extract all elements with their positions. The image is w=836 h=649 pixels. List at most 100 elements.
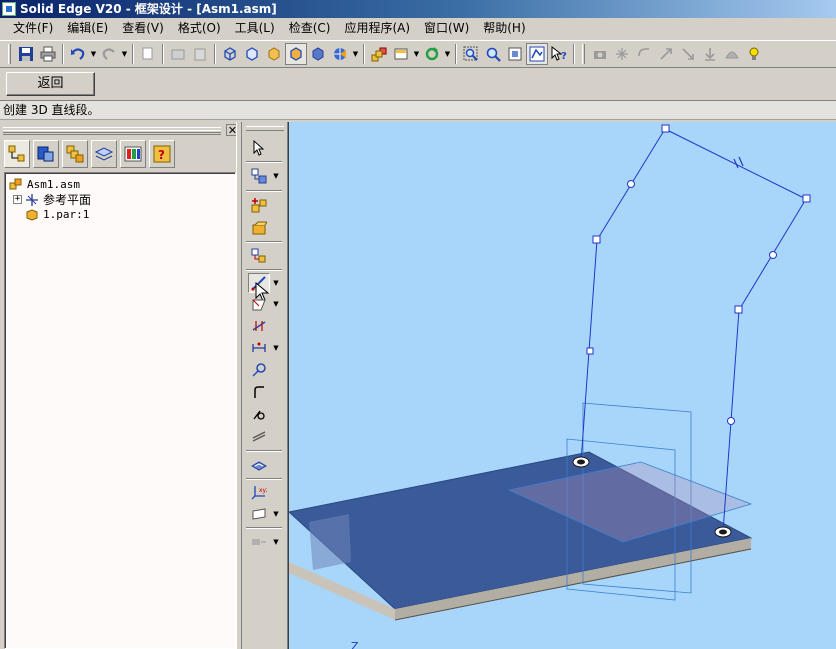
sketch-plane-dropdown-icon[interactable]: ▼ bbox=[272, 504, 280, 524]
tab-display-configurations[interactable] bbox=[120, 140, 146, 168]
edgebar-grip[interactable] bbox=[3, 127, 221, 135]
zoom-icon[interactable] bbox=[482, 43, 504, 65]
sensors-icon: ? bbox=[153, 145, 171, 163]
frame-icon[interactable] bbox=[248, 455, 270, 475]
visible-edges-icon[interactable] bbox=[241, 43, 263, 65]
part-icon bbox=[25, 208, 39, 222]
tree-item-assembly[interactable]: Asm1.asm bbox=[9, 177, 231, 192]
axis-label-z: Z bbox=[351, 640, 359, 649]
toolbar-separator bbox=[363, 44, 365, 64]
menu-help[interactable]: 帮助(H) bbox=[476, 18, 532, 38]
back-button[interactable]: 返回 bbox=[6, 72, 95, 96]
midpoint-marker[interactable] bbox=[727, 417, 735, 425]
dome-icon bbox=[721, 43, 743, 65]
tree-item-reference-planes[interactable]: + 参考平面 bbox=[9, 192, 231, 207]
coordinate-system-icon[interactable]: xyz bbox=[248, 482, 270, 502]
tab-parts-library[interactable] bbox=[33, 140, 59, 168]
shaded-view-icon[interactable] bbox=[307, 43, 329, 65]
vertex-marker[interactable] bbox=[802, 194, 811, 203]
plane-dropdown-icon[interactable]: ▼ bbox=[272, 294, 280, 314]
menu-tools[interactable]: 工具(L) bbox=[228, 18, 282, 38]
select-tool-icon[interactable] bbox=[248, 138, 270, 158]
menu-applications[interactable]: 应用程序(A) bbox=[337, 18, 417, 38]
display-configurations-icon bbox=[124, 146, 142, 162]
sketch-plane-icon[interactable] bbox=[248, 504, 270, 524]
assembly-tool-icon[interactable] bbox=[368, 43, 390, 65]
globe-view-icon[interactable] bbox=[329, 43, 351, 65]
insert-dropdown-icon[interactable]: ▼ bbox=[272, 166, 280, 186]
sketch-vertices bbox=[586, 124, 811, 425]
fit-icon[interactable] bbox=[504, 43, 526, 65]
assembly-pathfinder-icon bbox=[8, 145, 25, 162]
assemble-icon[interactable] bbox=[248, 195, 270, 215]
menu-inspect[interactable]: 检查(C) bbox=[282, 18, 338, 38]
toolbar-separator bbox=[246, 450, 282, 452]
solid-edge-app-icon[interactable] bbox=[2, 2, 16, 16]
redo-dropdown-icon: ▼ bbox=[121, 50, 128, 58]
pattern-icon[interactable] bbox=[248, 246, 270, 266]
tab-feature-library[interactable] bbox=[62, 140, 88, 168]
edgebar-panel: ✕ ? Asm1.asm + 参考平面 1.par:1 bbox=[0, 122, 242, 649]
shaded-icon[interactable] bbox=[263, 43, 285, 65]
assembly-icon bbox=[9, 178, 23, 192]
refresh-icon[interactable] bbox=[421, 43, 443, 65]
graphics-viewport[interactable]: Z bbox=[288, 122, 836, 649]
vertex-marker[interactable] bbox=[661, 124, 670, 133]
vertex-marker[interactable] bbox=[734, 305, 743, 314]
end-cap-dropdown-icon[interactable]: ▼ bbox=[272, 532, 280, 552]
svg-text:?: ? bbox=[561, 51, 567, 62]
dimension-icon[interactable] bbox=[248, 338, 270, 358]
menu-edit[interactable]: 编辑(E) bbox=[60, 18, 115, 38]
save-icon[interactable] bbox=[15, 43, 37, 65]
toolbar-separator bbox=[132, 44, 134, 64]
menu-file[interactable]: 文件(F) bbox=[6, 18, 60, 38]
menu-window[interactable]: 窗口(W) bbox=[417, 18, 476, 38]
print-icon[interactable] bbox=[37, 43, 59, 65]
layout-dropdown-icon[interactable]: ▼ bbox=[412, 43, 421, 65]
curve-point-icon[interactable] bbox=[248, 404, 270, 424]
toolbar-separator bbox=[246, 269, 282, 271]
toolbar-separator bbox=[162, 44, 164, 64]
rotate-view-icon[interactable] bbox=[526, 43, 548, 65]
toolbar-grip[interactable] bbox=[8, 44, 11, 64]
reference-plane-icon bbox=[25, 193, 39, 207]
tab-layers[interactable] bbox=[91, 140, 117, 168]
parallel-lines-icon[interactable] bbox=[248, 426, 270, 446]
undo-dropdown-icon[interactable]: ▼ bbox=[89, 43, 98, 65]
midpoint-marker[interactable] bbox=[769, 251, 777, 259]
expand-icon[interactable]: + bbox=[13, 195, 22, 204]
fillet-icon[interactable] bbox=[248, 382, 270, 402]
wireframe-view-icon[interactable] bbox=[219, 43, 241, 65]
tab-sensors[interactable]: ? bbox=[149, 140, 175, 168]
dimension-dropdown-icon[interactable]: ▼ bbox=[272, 338, 280, 358]
copy-icon bbox=[137, 43, 159, 65]
place-part-icon[interactable] bbox=[248, 218, 270, 238]
shaded-with-edges-icon[interactable] bbox=[285, 43, 307, 65]
toolbar-separator bbox=[246, 241, 282, 243]
vertex-marker[interactable] bbox=[592, 235, 601, 244]
view-style-dropdown-icon[interactable]: ▼ bbox=[351, 43, 360, 65]
refresh-dropdown-icon[interactable]: ▼ bbox=[443, 43, 452, 65]
point-tool-icon[interactable] bbox=[248, 360, 270, 380]
svg-text:xyz: xyz bbox=[259, 487, 267, 494]
sketch-dropdown-icon[interactable]: ▼ bbox=[272, 273, 280, 293]
layers-icon bbox=[94, 147, 114, 161]
menu-format[interactable]: 格式(O) bbox=[171, 18, 228, 38]
toolbar-separator bbox=[246, 161, 282, 163]
bulb-icon bbox=[743, 43, 765, 65]
menu-view[interactable]: 查看(V) bbox=[115, 18, 171, 38]
trim-icon[interactable] bbox=[248, 316, 270, 336]
features-toolbar-grip[interactable] bbox=[246, 126, 284, 131]
insert-component-icon[interactable] bbox=[248, 166, 270, 186]
whats-this-help-icon[interactable]: ? bbox=[548, 43, 570, 65]
zoom-area-icon[interactable] bbox=[460, 43, 482, 65]
vertex-marker[interactable] bbox=[586, 347, 594, 355]
midpoint-marker[interactable] bbox=[627, 180, 635, 188]
tree-item-part[interactable]: 1.par:1 bbox=[9, 207, 231, 222]
plane-tool-icon[interactable] bbox=[248, 294, 270, 314]
layout-tool-icon[interactable] bbox=[390, 43, 412, 65]
toolbar-grip[interactable] bbox=[582, 44, 585, 64]
undo-icon[interactable] bbox=[67, 43, 89, 65]
menu-bar: 文件(F) 编辑(E) 查看(V) 格式(O) 工具(L) 检查(C) 应用程序… bbox=[0, 18, 836, 38]
tab-assembly-pathfinder[interactable] bbox=[4, 140, 30, 168]
